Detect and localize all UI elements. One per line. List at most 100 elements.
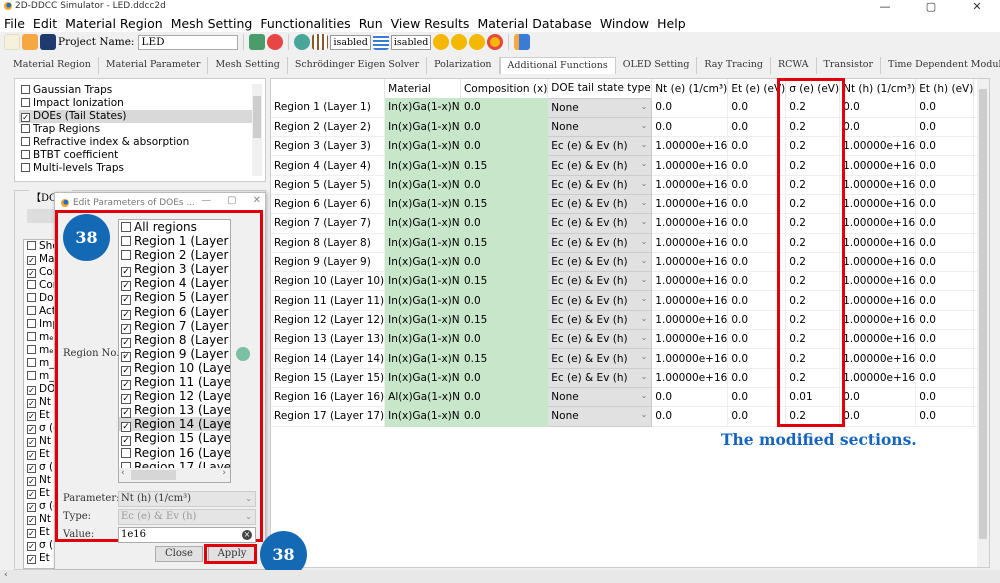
value-cell[interactable]: 1.00000e+16 — [839, 329, 917, 350]
checkbox[interactable] — [21, 124, 30, 133]
value-cell[interactable]: 1.00000e+16 — [839, 252, 917, 273]
value-cell[interactable]: 0.0 — [915, 290, 975, 311]
value-cell[interactable]: 1.00000e+16 — [651, 233, 729, 253]
tab-schr-dinger-eigen-solver[interactable]: Schrödinger Eigen Solver — [287, 57, 428, 74]
value-cell[interactable]: 0.0 — [727, 233, 787, 253]
value-cell[interactable]: 0.0 — [915, 233, 975, 253]
column-header[interactable]: Nt (h) (1/cm³) — [839, 79, 917, 98]
region-check-item[interactable]: ✓Region 15 (Layer 15) — [119, 431, 230, 447]
feature-item[interactable]: ✓ DOEs (Tail States) — [19, 110, 259, 123]
column-header[interactable]: Et (e) (eV) — [727, 79, 787, 98]
checkbox[interactable]: ✓ — [27, 503, 36, 512]
value-cell[interactable]: 0.0 — [727, 406, 787, 427]
list-icon[interactable] — [372, 34, 389, 50]
region-check-item[interactable]: ✓Region 12 (Layer 12) — [119, 389, 230, 405]
checkbox[interactable] — [121, 236, 131, 247]
value-cell[interactable]: 0.0 — [915, 329, 975, 350]
tab-mesh-setting[interactable]: Mesh Setting — [208, 57, 288, 74]
value-cell[interactable]: 1.00000e+16 — [839, 368, 917, 388]
checkbox[interactable]: ✓ — [27, 542, 36, 551]
region-check-item[interactable]: ✓Region 8 (Layer 8) (In — [119, 333, 230, 348]
checkbox[interactable]: ✓ — [27, 490, 36, 499]
dialog-minimize-button[interactable]: — — [201, 195, 211, 206]
table-vertical-scrollbar[interactable] — [977, 79, 989, 567]
value-cell[interactable]: 0.0 — [727, 329, 787, 350]
open-folder-icon[interactable] — [22, 34, 38, 50]
doe-type-select[interactable]: None ⌄ — [547, 386, 653, 408]
value-cell[interactable]: 0.0 — [915, 136, 975, 157]
value-input[interactable]: 1e16 × — [118, 527, 256, 543]
value-cell[interactable]: 0.0 — [915, 406, 975, 427]
value-cell[interactable]: 0.0 — [727, 117, 787, 138]
menu-mesh-setting[interactable]: Mesh Setting — [171, 16, 253, 31]
column-header[interactable]: DOE tail state type — [547, 79, 653, 98]
project-name-input[interactable] — [138, 34, 239, 50]
disabled-select-1[interactable]: isabled — [330, 34, 371, 50]
minimize-button[interactable]: — — [862, 0, 908, 14]
region-check-item[interactable]: ✓Region 6 (Layer 6) (In — [119, 305, 230, 320]
menu-view-results[interactable]: View Results — [391, 16, 470, 31]
value-cell[interactable]: 0.0 — [839, 98, 917, 118]
value-cell[interactable]: 0.2 — [785, 290, 841, 311]
region-check-item[interactable]: All regions — [119, 220, 230, 234]
doe-type-select[interactable]: Ec (e) & Ev (h) ⌄ — [547, 251, 653, 273]
columns-icon[interactable] — [312, 34, 329, 50]
save-icon[interactable] — [40, 34, 56, 50]
value-cell[interactable]: 0.2 — [785, 310, 841, 331]
checkbox[interactable]: ✓ — [27, 555, 36, 564]
value-cell[interactable]: 0.0 — [727, 368, 787, 388]
feature-list-scrollbar[interactable] — [252, 84, 262, 176]
value-cell[interactable]: 0.0 — [915, 310, 975, 331]
region-check-item[interactable]: ✓Region 10 (Layer 10) — [119, 361, 230, 376]
doe-type-select[interactable]: None ⌄ — [547, 406, 653, 427]
tab-ray-tracing[interactable]: Ray Tracing — [697, 57, 771, 74]
value-cell[interactable]: 0.0 — [915, 271, 975, 292]
doe-type-select[interactable]: None ⌄ — [547, 116, 653, 138]
checkbox[interactable]: ✓ — [27, 529, 36, 538]
value-cell[interactable]: 0.2 — [785, 136, 841, 157]
dialog-close-icon[interactable]: ✕ — [253, 195, 261, 206]
new-file-icon[interactable] — [4, 34, 20, 50]
close-button[interactable]: Close — [155, 546, 203, 562]
value-cell[interactable]: 0.2 — [785, 368, 841, 388]
value-cell[interactable]: 0.2 — [785, 348, 841, 369]
checkbox[interactable]: ✓ — [27, 425, 36, 434]
value-cell[interactable]: 0.0 — [727, 155, 787, 176]
value-cell[interactable]: 1.00000e+16 — [651, 329, 729, 350]
value-cell[interactable]: 0.0 — [915, 348, 975, 369]
value-cell[interactable]: 1.00000e+16 — [651, 252, 729, 273]
doe-type-select[interactable]: None ⌄ — [547, 97, 653, 118]
value-cell[interactable]: 0.0 — [651, 387, 729, 408]
checkbox[interactable] — [27, 293, 36, 302]
value-cell[interactable]: 1.00000e+16 — [839, 290, 917, 311]
value-cell[interactable]: 0.0 — [727, 290, 787, 311]
doe-type-select[interactable]: Ec (e) & Ev (h) ⌄ — [547, 367, 653, 388]
checkbox[interactable]: ✓ — [27, 256, 36, 265]
value-cell[interactable]: 1.00000e+16 — [651, 175, 729, 195]
value-cell[interactable]: 0.2 — [785, 98, 841, 118]
value-cell[interactable]: 1.00000e+16 — [651, 155, 729, 176]
value-cell[interactable]: 1.00000e+16 — [651, 271, 729, 292]
checkbox[interactable] — [21, 85, 30, 94]
checkbox[interactable] — [21, 137, 30, 146]
checkbox[interactable]: ✓ — [27, 412, 36, 421]
value-cell[interactable]: 0.0 — [727, 175, 787, 195]
region-select-icon[interactable] — [236, 347, 250, 361]
column-header[interactable]: σ (e) (eV) — [785, 79, 841, 98]
checkbox[interactable]: ✓ — [27, 438, 36, 447]
value-cell[interactable]: 0.0 — [651, 406, 729, 427]
menu-material-region[interactable]: Material Region — [65, 16, 163, 31]
feature-item[interactable]: Trap Regions — [19, 123, 259, 136]
tab-rcwa[interactable]: RCWA — [770, 57, 817, 74]
value-cell[interactable]: 1.00000e+16 — [651, 213, 729, 234]
doe-type-select[interactable]: Ec (e) & Ev (h) ⌄ — [547, 213, 653, 234]
column-header[interactable]: Composition (x) — [460, 79, 549, 98]
value-cell[interactable]: 1.00000e+16 — [839, 194, 917, 215]
value-cell[interactable]: 0.0 — [727, 310, 787, 331]
value-cell[interactable]: 1.00000e+16 — [839, 155, 917, 176]
tab-polarization[interactable]: Polarization — [427, 57, 500, 74]
run-batch-icon[interactable] — [469, 34, 486, 50]
parameter-select[interactable]: Nt (h) (1/cm³) ⌄ — [118, 491, 256, 507]
column-header[interactable]: Nt (e) (1/cm³) — [651, 79, 729, 98]
value-cell[interactable]: 1.00000e+16 — [651, 290, 729, 311]
